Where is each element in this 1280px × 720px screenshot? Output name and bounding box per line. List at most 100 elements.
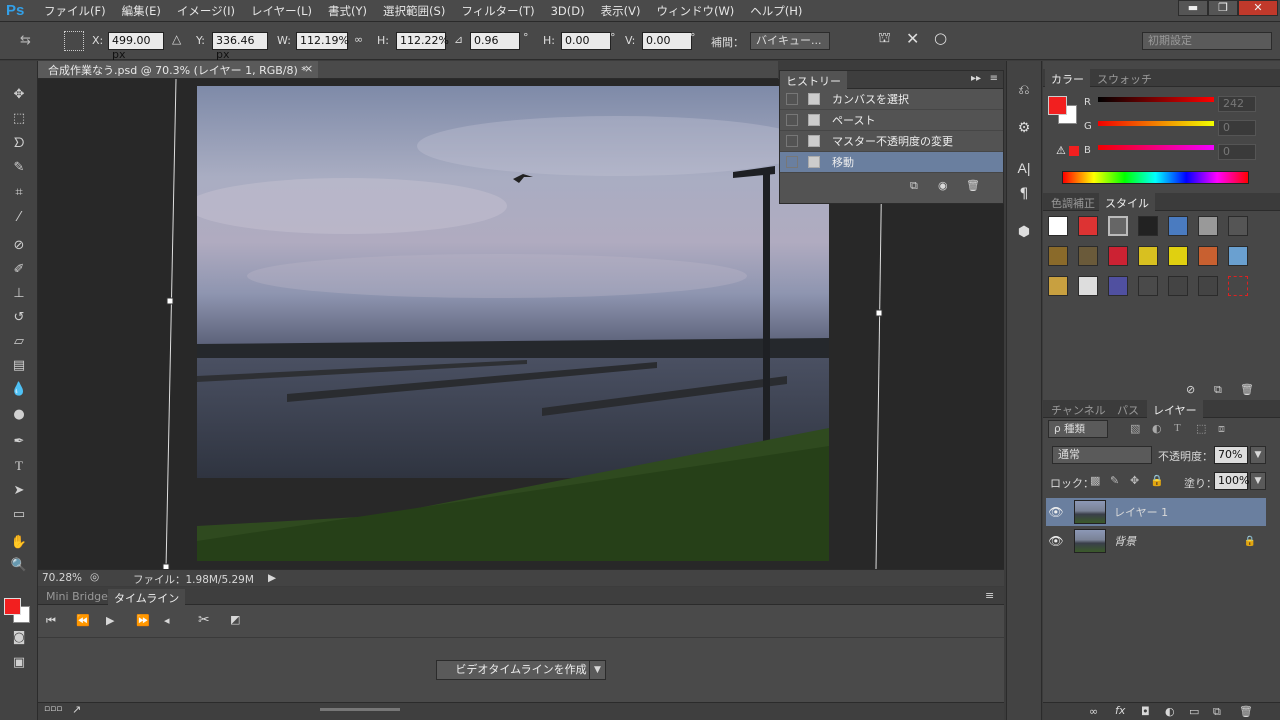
link-layers-icon[interactable]: ∞ (1089, 705, 1098, 718)
tab-adjustments[interactable]: 色調補正 (1045, 193, 1101, 211)
new-group-icon[interactable]: ▭ (1189, 705, 1199, 718)
style-swatch[interactable] (1138, 216, 1158, 236)
hskew-field[interactable]: 0.00 (561, 32, 611, 50)
style-swatch[interactable] (1078, 246, 1098, 266)
filter-type-icon[interactable]: T (1174, 422, 1181, 434)
style-swatch[interactable] (1228, 246, 1248, 266)
type-tool-icon[interactable]: T (8, 456, 30, 476)
filter-smart-icon[interactable]: ⧈ (1218, 422, 1225, 436)
play-icon[interactable]: ▶ (106, 614, 114, 627)
close-document-icon[interactable]: × (304, 62, 313, 75)
g-slider[interactable] (1098, 121, 1214, 126)
fill-field[interactable]: 100% (1214, 472, 1249, 490)
b-slider[interactable] (1098, 145, 1214, 150)
commit-transform-icon[interactable]: ○ (934, 29, 947, 47)
layer-row[interactable]: 👁 背景 🔒 (1046, 527, 1266, 555)
panel-menu-icon[interactable]: ≡ (990, 73, 998, 84)
prev-frame-icon[interactable]: ⏪ (76, 614, 90, 627)
move-tool-icon[interactable]: ✥ (8, 85, 30, 105)
first-frame-icon[interactable]: ⏮ (46, 614, 56, 628)
eraser-tool-icon[interactable]: ▱ (8, 332, 30, 352)
hand-tool-icon[interactable]: ✋ (8, 533, 30, 553)
style-swatch[interactable] (1228, 276, 1248, 296)
tab-paths[interactable]: パス (1111, 400, 1145, 418)
history-panel-icon[interactable]: ⎌ (1014, 80, 1034, 100)
zoom-tool-icon[interactable]: 🔍 (8, 556, 30, 576)
gamut-warning-icon[interactable]: ⚠ (1056, 144, 1066, 157)
style-swatch[interactable] (1108, 216, 1128, 236)
history-item[interactable]: 移動 (780, 152, 1003, 173)
collapse-icon[interactable]: ▸▸ (971, 73, 981, 84)
eyedropper-tool-icon[interactable]: ⁄ (8, 208, 30, 228)
fill-dropdown-icon[interactable]: ▼ (1250, 472, 1266, 490)
zoom-slider[interactable] (320, 708, 400, 711)
tab-layers[interactable]: レイヤー (1147, 400, 1203, 418)
menu-view[interactable]: 表示(V) (593, 3, 649, 19)
reference-point-icon[interactable] (64, 31, 84, 51)
lock-all-icon[interactable]: 🔒 (1150, 474, 1164, 487)
w-field[interactable]: 112.19% (296, 32, 349, 50)
stamp-tool-icon[interactable]: ⊥ (8, 284, 30, 304)
delete-style-icon[interactable]: 🗑 (1240, 383, 1254, 396)
scissors-icon[interactable]: ✂ (198, 612, 210, 628)
delete-layer-icon[interactable]: 🗑 (1239, 705, 1253, 718)
style-swatch[interactable] (1168, 216, 1188, 236)
interpolation-dropdown[interactable]: バイキュー... (750, 32, 830, 50)
warp-icon[interactable]: ⛫ (878, 30, 891, 48)
menu-type[interactable]: 書式(Y) (320, 3, 375, 19)
layer-kind-filter[interactable]: ρ 種類 (1048, 420, 1108, 438)
paragraph-icon[interactable]: ¶ (1014, 184, 1034, 204)
foreground-color-swatch[interactable] (4, 598, 21, 615)
h-field[interactable]: 112.22% (396, 32, 449, 50)
style-swatch[interactable] (1048, 276, 1068, 296)
properties-icon[interactable]: ⚙ (1014, 118, 1034, 138)
filter-shape-icon[interactable]: ⬚ (1196, 422, 1206, 435)
fx-icon[interactable]: fx (1115, 704, 1125, 717)
timeline-menu-icon[interactable]: ≡ (985, 589, 994, 602)
brush-tool-icon[interactable]: ✐ (8, 260, 30, 280)
audio-icon[interactable]: ◂ (164, 614, 170, 627)
tab-channels[interactable]: チャンネル (1045, 400, 1112, 418)
color-ramp[interactable] (1062, 171, 1249, 184)
style-swatch[interactable] (1138, 246, 1158, 266)
r-slider[interactable] (1098, 97, 1214, 102)
menu-layer[interactable]: レイヤー(L) (243, 3, 320, 19)
minimize-button[interactable]: ▬ (1178, 0, 1208, 16)
next-frame-icon[interactable]: ⏩ (136, 614, 150, 627)
gamut-color-swatch[interactable] (1069, 146, 1079, 156)
history-item[interactable]: ペースト (780, 110, 1003, 131)
blend-mode-dropdown[interactable]: 通常 (1052, 446, 1152, 464)
3d-icon[interactable]: ⬢ (1014, 222, 1034, 242)
dodge-tool-icon[interactable]: ● (8, 405, 30, 425)
history-tab[interactable]: ヒストリー (780, 71, 847, 89)
style-swatch[interactable] (1048, 246, 1068, 266)
menu-3d[interactable]: 3D(D) (543, 4, 593, 18)
snapshot-icon[interactable]: ◉ (938, 179, 948, 192)
style-swatch[interactable] (1198, 276, 1218, 296)
filter-pixel-icon[interactable]: ▧ (1130, 422, 1140, 435)
history-brush-tool-icon[interactable]: ↺ (8, 308, 30, 328)
tab-timeline[interactable]: タイムライン (108, 589, 186, 605)
document-tab[interactable]: 合成作業なう.psd @ 70.3% (レイヤー 1, RGB/8) * (38, 61, 318, 78)
transition-icon[interactable]: ◩ (230, 613, 240, 626)
rectangle-tool-icon[interactable]: ▭ (8, 505, 30, 525)
style-swatch[interactable] (1078, 276, 1098, 296)
status-arrow-icon[interactable]: ▶ (268, 572, 276, 584)
tab-mini-bridge[interactable]: Mini Bridge (40, 589, 114, 605)
pen-tool-icon[interactable]: ✒ (8, 432, 30, 452)
g-field[interactable]: 0 (1218, 120, 1256, 136)
style-swatch[interactable] (1198, 246, 1218, 266)
crop-tool-icon[interactable]: ⌗ (8, 183, 30, 203)
character-icon[interactable]: A| (1014, 158, 1034, 178)
path-select-tool-icon[interactable]: ➤ (8, 481, 30, 501)
trash-icon[interactable]: 🗑 (966, 179, 980, 192)
style-swatch[interactable] (1108, 246, 1128, 266)
screen-mode-icon[interactable]: ▣ (8, 653, 30, 673)
history-item[interactable]: マスター不透明度の変更 (780, 131, 1003, 152)
b-field[interactable]: 0 (1218, 144, 1256, 160)
r-field[interactable]: 242 (1218, 96, 1256, 112)
restore-button[interactable]: ❐ (1208, 0, 1238, 16)
style-swatch[interactable] (1168, 276, 1188, 296)
lasso-tool-icon[interactable]: ᗤ (8, 134, 30, 154)
move-tool-icon[interactable]: ⇆ (20, 33, 31, 48)
